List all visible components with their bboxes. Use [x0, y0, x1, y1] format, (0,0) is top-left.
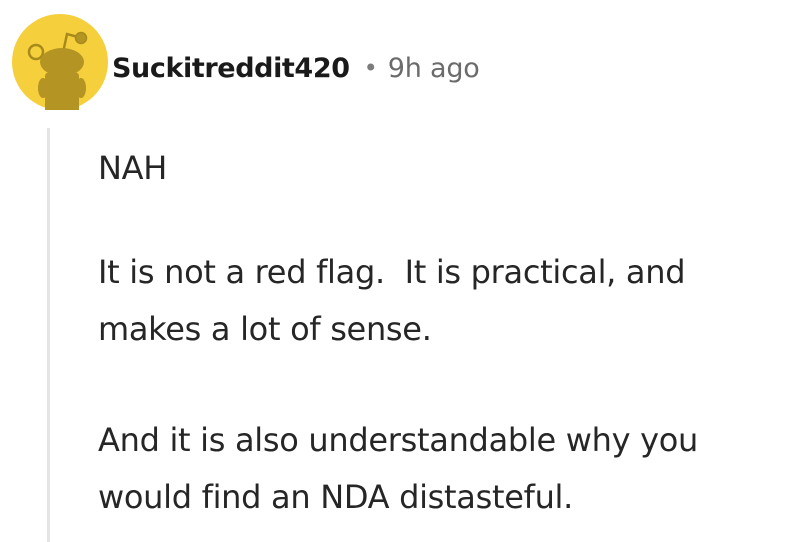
- username-link[interactable]: Suckitreddit420: [112, 53, 350, 84]
- comment-header: Suckitreddit420 • 9h ago: [112, 44, 480, 92]
- thread-line[interactable]: [47, 128, 50, 542]
- timestamp-link[interactable]: 9h ago: [388, 53, 480, 84]
- user-avatar[interactable]: [12, 14, 108, 110]
- separator-dot: •: [363, 54, 378, 82]
- comment-paragraph: It is not a red flag. It is practical, a…: [98, 253, 696, 348]
- comment: Suckitreddit420 • 9h ago NAH It is not a…: [0, 0, 812, 542]
- comment-paragraph: And it is also understandable why you wo…: [98, 421, 708, 516]
- comment-paragraph: NAH: [98, 149, 167, 187]
- snoo-avatar-icon: [12, 14, 108, 110]
